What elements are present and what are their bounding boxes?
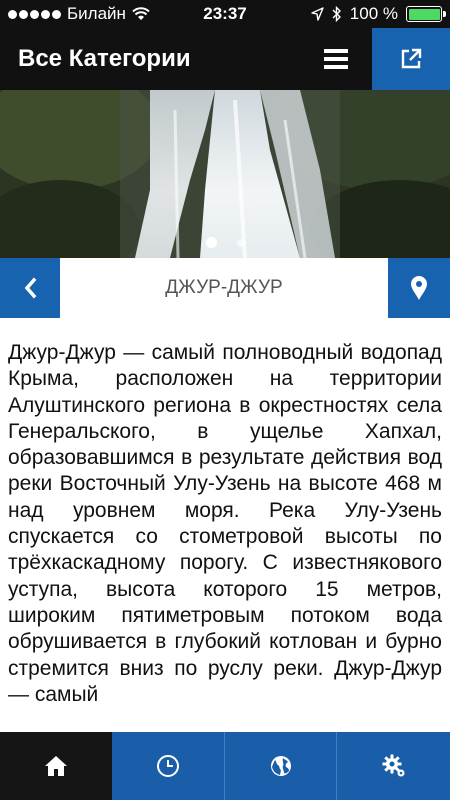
share-button[interactable] <box>372 28 450 90</box>
signal-dots-icon <box>8 9 61 19</box>
bluetooth-icon <box>332 6 341 22</box>
home-icon <box>44 756 67 776</box>
map-button[interactable] <box>388 258 450 318</box>
settings-gear-icon <box>382 754 404 777</box>
share-icon <box>401 48 422 69</box>
bottom-tab-bar <box>0 732 450 800</box>
battery-level <box>408 8 440 20</box>
status-left: Билайн <box>8 4 150 24</box>
clock-icon <box>157 755 179 777</box>
page-title: Все Категории <box>18 45 191 72</box>
battery-percent: 100 % <box>349 4 398 23</box>
gallery-dot[interactable] <box>236 238 245 247</box>
tab-home[interactable] <box>0 732 112 800</box>
tab-settings[interactable] <box>337 732 450 800</box>
description-area[interactable]: Джур-Джур — самый полноводный водопад Кр… <box>0 340 450 732</box>
map-pin-icon <box>411 276 427 300</box>
wifi-icon <box>132 7 150 20</box>
chevron-left-icon <box>24 277 37 299</box>
location-arrow-icon <box>311 7 324 21</box>
waterfall-photo[interactable] <box>0 90 450 258</box>
place-title: ДЖУР-ДЖУР <box>165 277 283 298</box>
tab-map[interactable] <box>225 732 337 800</box>
globe-icon <box>270 756 291 776</box>
place-description: Джур-Джур — самый полноводный водопад Кр… <box>8 341 442 706</box>
hamburger-menu-icon <box>324 49 348 69</box>
status-bar: Билайн 23:37 100 % <box>0 0 450 28</box>
place-title-bar: ДЖУР-ДЖУР <box>0 258 450 318</box>
status-right: 100 % <box>311 4 446 24</box>
battery-icon <box>406 6 446 22</box>
tab-history[interactable] <box>112 732 225 800</box>
top-header: Все Категории <box>0 28 450 90</box>
menu-button[interactable] <box>312 28 360 90</box>
waterfall-illustration <box>0 90 450 258</box>
carrier-name: Билайн <box>67 4 126 23</box>
gallery-dot[interactable] <box>205 237 217 248</box>
back-button[interactable] <box>0 258 60 318</box>
gallery-pagination <box>0 237 450 248</box>
